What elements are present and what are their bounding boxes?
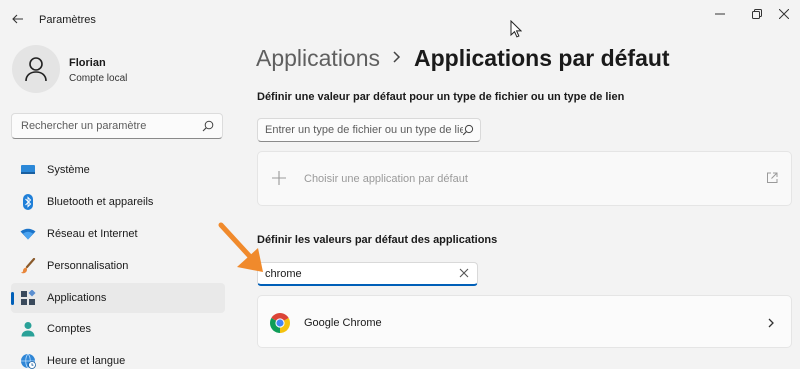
person-icon <box>25 57 47 82</box>
mouse-cursor-icon <box>510 20 522 38</box>
sidebar-item-applications[interactable]: Applications <box>11 283 225 313</box>
clear-icon[interactable] <box>459 268 469 278</box>
filetype-section-heading: Définir une valeur par défaut pour un ty… <box>257 91 625 103</box>
wifi-icon <box>20 226 36 242</box>
restore-button[interactable] <box>743 4 771 24</box>
sidebar-item-label: Système <box>47 164 90 176</box>
choose-default-app-card: Choisir une application par défaut <box>257 151 792 206</box>
apps-section-heading: Définir les valeurs par défaut des appli… <box>257 234 498 246</box>
window-title: Paramètres <box>39 14 96 26</box>
sidebar-item-label: Réseau et Internet <box>47 228 138 240</box>
account-type: Compte local <box>69 73 128 84</box>
active-indicator <box>11 292 14 305</box>
close-icon <box>779 9 789 19</box>
settings-search-box[interactable] <box>11 113 223 139</box>
search-icon[interactable] <box>462 124 474 136</box>
bluetooth-icon <box>20 194 36 210</box>
sidebar-item-label: Applications <box>47 292 107 304</box>
sidebar-item-heure-langue[interactable]: Heure et langue <box>11 346 225 369</box>
brush-icon <box>20 258 36 274</box>
app-result-label: Google Chrome <box>304 317 382 329</box>
user-name: Florian <box>69 57 106 69</box>
sidebar-item-personnalisation[interactable]: Personnalisation <box>11 251 225 281</box>
app-result-row[interactable]: Google Chrome <box>257 295 792 348</box>
close-button[interactable] <box>770 4 798 24</box>
filetype-search-input[interactable] <box>258 119 463 141</box>
settings-search-input[interactable] <box>12 114 197 138</box>
title-bar: Paramètres <box>0 0 800 38</box>
sidebar-item-bluetooth[interactable]: Bluetooth et appareils <box>11 187 225 217</box>
apps-icon <box>20 290 36 306</box>
sidebar-item-label: Personnalisation <box>47 260 129 272</box>
sidebar-item-label: Heure et langue <box>47 355 126 367</box>
external-link-icon <box>767 172 778 183</box>
breadcrumb-parent-link[interactable]: Applications <box>256 45 380 72</box>
minimize-button[interactable] <box>706 4 734 24</box>
page-title: Applications par défaut <box>414 45 670 71</box>
chevron-right-icon <box>768 318 774 328</box>
sidebar-item-label: Bluetooth et appareils <box>47 196 154 208</box>
app-search-box[interactable] <box>257 262 478 286</box>
app-search-input[interactable] <box>258 263 448 284</box>
back-arrow-icon <box>12 14 23 24</box>
sidebar-item-reseau[interactable]: Réseau et Internet <box>11 219 225 249</box>
minimize-icon <box>715 13 725 15</box>
monitor-icon <box>20 162 36 178</box>
avatar[interactable] <box>12 45 60 93</box>
plus-icon <box>272 171 286 185</box>
chrome-icon <box>270 313 290 333</box>
annotation-arrow-icon <box>218 222 263 272</box>
restore-icon <box>752 9 762 19</box>
filetype-search-box[interactable] <box>257 118 481 142</box>
back-button[interactable] <box>6 8 30 30</box>
globe-clock-icon <box>20 353 36 369</box>
person-icon <box>20 321 36 337</box>
choose-default-app-label: Choisir une application par défaut <box>304 173 468 185</box>
sidebar-item-label: Comptes <box>47 323 92 335</box>
chevron-right-icon <box>393 51 401 63</box>
search-icon[interactable] <box>202 120 214 132</box>
sidebar-item-systeme[interactable]: Système <box>11 155 225 185</box>
sidebar-item-comptes[interactable]: Comptes <box>11 314 225 344</box>
